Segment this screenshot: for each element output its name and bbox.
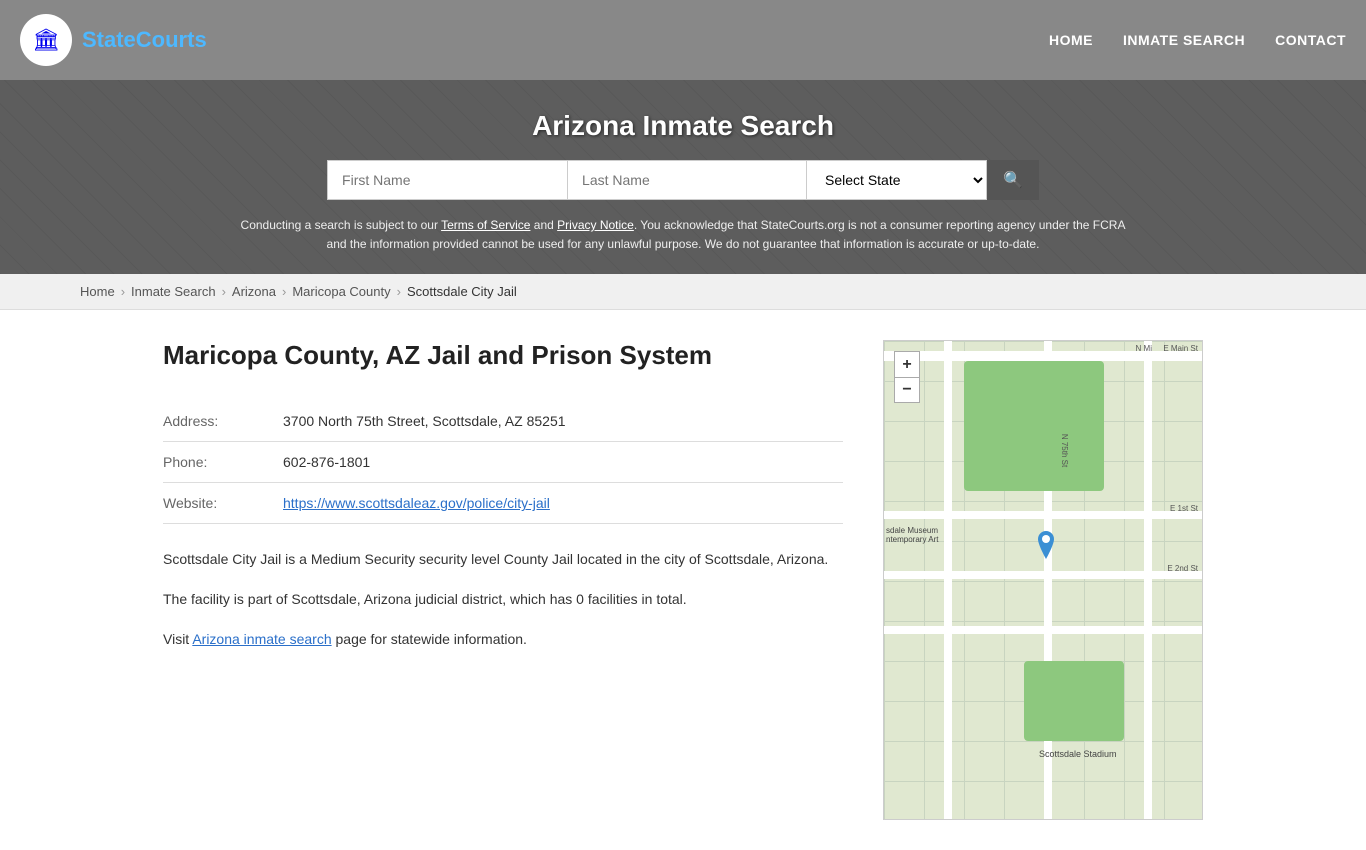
info-section: Maricopa County, AZ Jail and Prison Syst… bbox=[163, 340, 843, 820]
search-bar: Select StateAlabamaAlaskaArizonaArkansas… bbox=[20, 160, 1346, 200]
road-v1 bbox=[944, 341, 952, 819]
description-1: Scottsdale City Jail is a Medium Securit… bbox=[163, 548, 843, 572]
hero-section: Arizona Inmate Search Select StateAlabam… bbox=[0, 80, 1366, 274]
logo-text-courts: Courts bbox=[136, 27, 207, 52]
map-controls: + − bbox=[894, 351, 920, 403]
disclaimer-and: and bbox=[530, 218, 557, 232]
hero-title: Arizona Inmate Search bbox=[20, 110, 1346, 142]
park-block bbox=[964, 361, 1104, 491]
stadium-label: Scottsdale Stadium bbox=[1039, 749, 1117, 759]
desc3-prefix: Visit bbox=[163, 631, 192, 647]
zoom-out-button[interactable]: − bbox=[894, 377, 920, 403]
n75th-label: N 75th St bbox=[1060, 434, 1069, 467]
website-label: Website: bbox=[163, 483, 283, 524]
nav-home[interactable]: HOME bbox=[1049, 32, 1093, 48]
logo-icon: 🏛 bbox=[20, 14, 72, 66]
road-v3 bbox=[1144, 341, 1152, 819]
search-button[interactable]: 🔍 bbox=[987, 160, 1039, 200]
logo[interactable]: 🏛 StateCourts bbox=[20, 14, 207, 66]
breadcrumb-arizona[interactable]: Arizona bbox=[232, 284, 276, 299]
phone-value: 602-876-1801 bbox=[283, 442, 843, 483]
road-h1 bbox=[884, 351, 1202, 361]
hero-disclaimer: Conducting a search is subject to our Te… bbox=[233, 216, 1133, 254]
map-attribution: Leaflet | Map data © OpenStreetMap contr… bbox=[884, 819, 1202, 820]
address-value: 3700 North 75th Street, Scottsdale, AZ 8… bbox=[283, 401, 843, 442]
breadcrumb-sep-4: › bbox=[397, 284, 401, 299]
description-2: The facility is part of Scottsdale, Ariz… bbox=[163, 588, 843, 612]
website-value: https://www.scottsdaleaz.gov/police/city… bbox=[283, 483, 843, 524]
address-row: Address: 3700 North 75th Street, Scottsd… bbox=[163, 401, 843, 442]
privacy-link[interactable]: Privacy Notice bbox=[557, 218, 634, 232]
main-nav: HOME INMATE SEARCH CONTACT bbox=[1049, 32, 1346, 48]
n-mi-label: N Mi bbox=[1136, 344, 1152, 353]
map-placeholder: E Main St N Mi E 1st St E 2nd St N 75th … bbox=[884, 341, 1202, 819]
road-h3 bbox=[884, 571, 1202, 579]
address-label: Address: bbox=[163, 401, 283, 442]
breadcrumb-inmate-search[interactable]: Inmate Search bbox=[131, 284, 216, 299]
logo-text: StateCourts bbox=[82, 27, 207, 53]
e1st-label: E 1st St bbox=[1170, 504, 1198, 513]
map-pin bbox=[1034, 531, 1058, 563]
desc3-suffix: page for statewide information. bbox=[332, 631, 527, 647]
e-main-st-label: E Main St bbox=[1163, 344, 1198, 353]
header: 🏛 StateCourts HOME INMATE SEARCH CONTACT bbox=[0, 0, 1366, 80]
main-content: Maricopa County, AZ Jail and Prison Syst… bbox=[83, 310, 1283, 850]
breadcrumb-sep-2: › bbox=[222, 284, 226, 299]
description-3: Visit Arizona inmate search page for sta… bbox=[163, 628, 843, 652]
state-select[interactable]: Select StateAlabamaAlaskaArizonaArkansas… bbox=[807, 160, 987, 200]
map-section: E Main St N Mi E 1st St E 2nd St N 75th … bbox=[883, 340, 1203, 820]
road-h2 bbox=[884, 511, 1202, 519]
logo-text-state: State bbox=[82, 27, 136, 52]
az-inmate-search-link[interactable]: Arizona inmate search bbox=[192, 631, 331, 647]
breadcrumb-home[interactable]: Home bbox=[80, 284, 115, 299]
breadcrumb: Home › Inmate Search › Arizona › Maricop… bbox=[0, 274, 1366, 310]
nav-inmate-search[interactable]: INMATE SEARCH bbox=[1123, 32, 1245, 48]
phone-row: Phone: 602-876-1801 bbox=[163, 442, 843, 483]
first-name-input[interactable] bbox=[327, 160, 567, 200]
breadcrumb-maricopa[interactable]: Maricopa County bbox=[292, 284, 390, 299]
museum-label: sdale Museumntemporary Art bbox=[886, 526, 938, 544]
last-name-input[interactable] bbox=[567, 160, 807, 200]
search-icon: 🔍 bbox=[1003, 170, 1023, 190]
page-heading: Maricopa County, AZ Jail and Prison Syst… bbox=[163, 340, 843, 371]
e2nd-label: E 2nd St bbox=[1167, 564, 1198, 573]
breadcrumb-current: Scottsdale City Jail bbox=[407, 284, 517, 299]
park-block2 bbox=[1024, 661, 1124, 741]
breadcrumb-sep-1: › bbox=[121, 284, 125, 299]
road-h4 bbox=[884, 626, 1202, 634]
terms-link[interactable]: Terms of Service bbox=[441, 218, 530, 232]
info-table: Address: 3700 North 75th Street, Scottsd… bbox=[163, 401, 843, 524]
website-row: Website: https://www.scottsdaleaz.gov/po… bbox=[163, 483, 843, 524]
nav-contact[interactable]: CONTACT bbox=[1275, 32, 1346, 48]
map-container: E Main St N Mi E 1st St E 2nd St N 75th … bbox=[883, 340, 1203, 820]
zoom-in-button[interactable]: + bbox=[894, 351, 920, 377]
breadcrumb-sep-3: › bbox=[282, 284, 286, 299]
phone-label: Phone: bbox=[163, 442, 283, 483]
website-link[interactable]: https://www.scottsdaleaz.gov/police/city… bbox=[283, 495, 550, 511]
disclaimer-prefix: Conducting a search is subject to our bbox=[241, 218, 442, 232]
